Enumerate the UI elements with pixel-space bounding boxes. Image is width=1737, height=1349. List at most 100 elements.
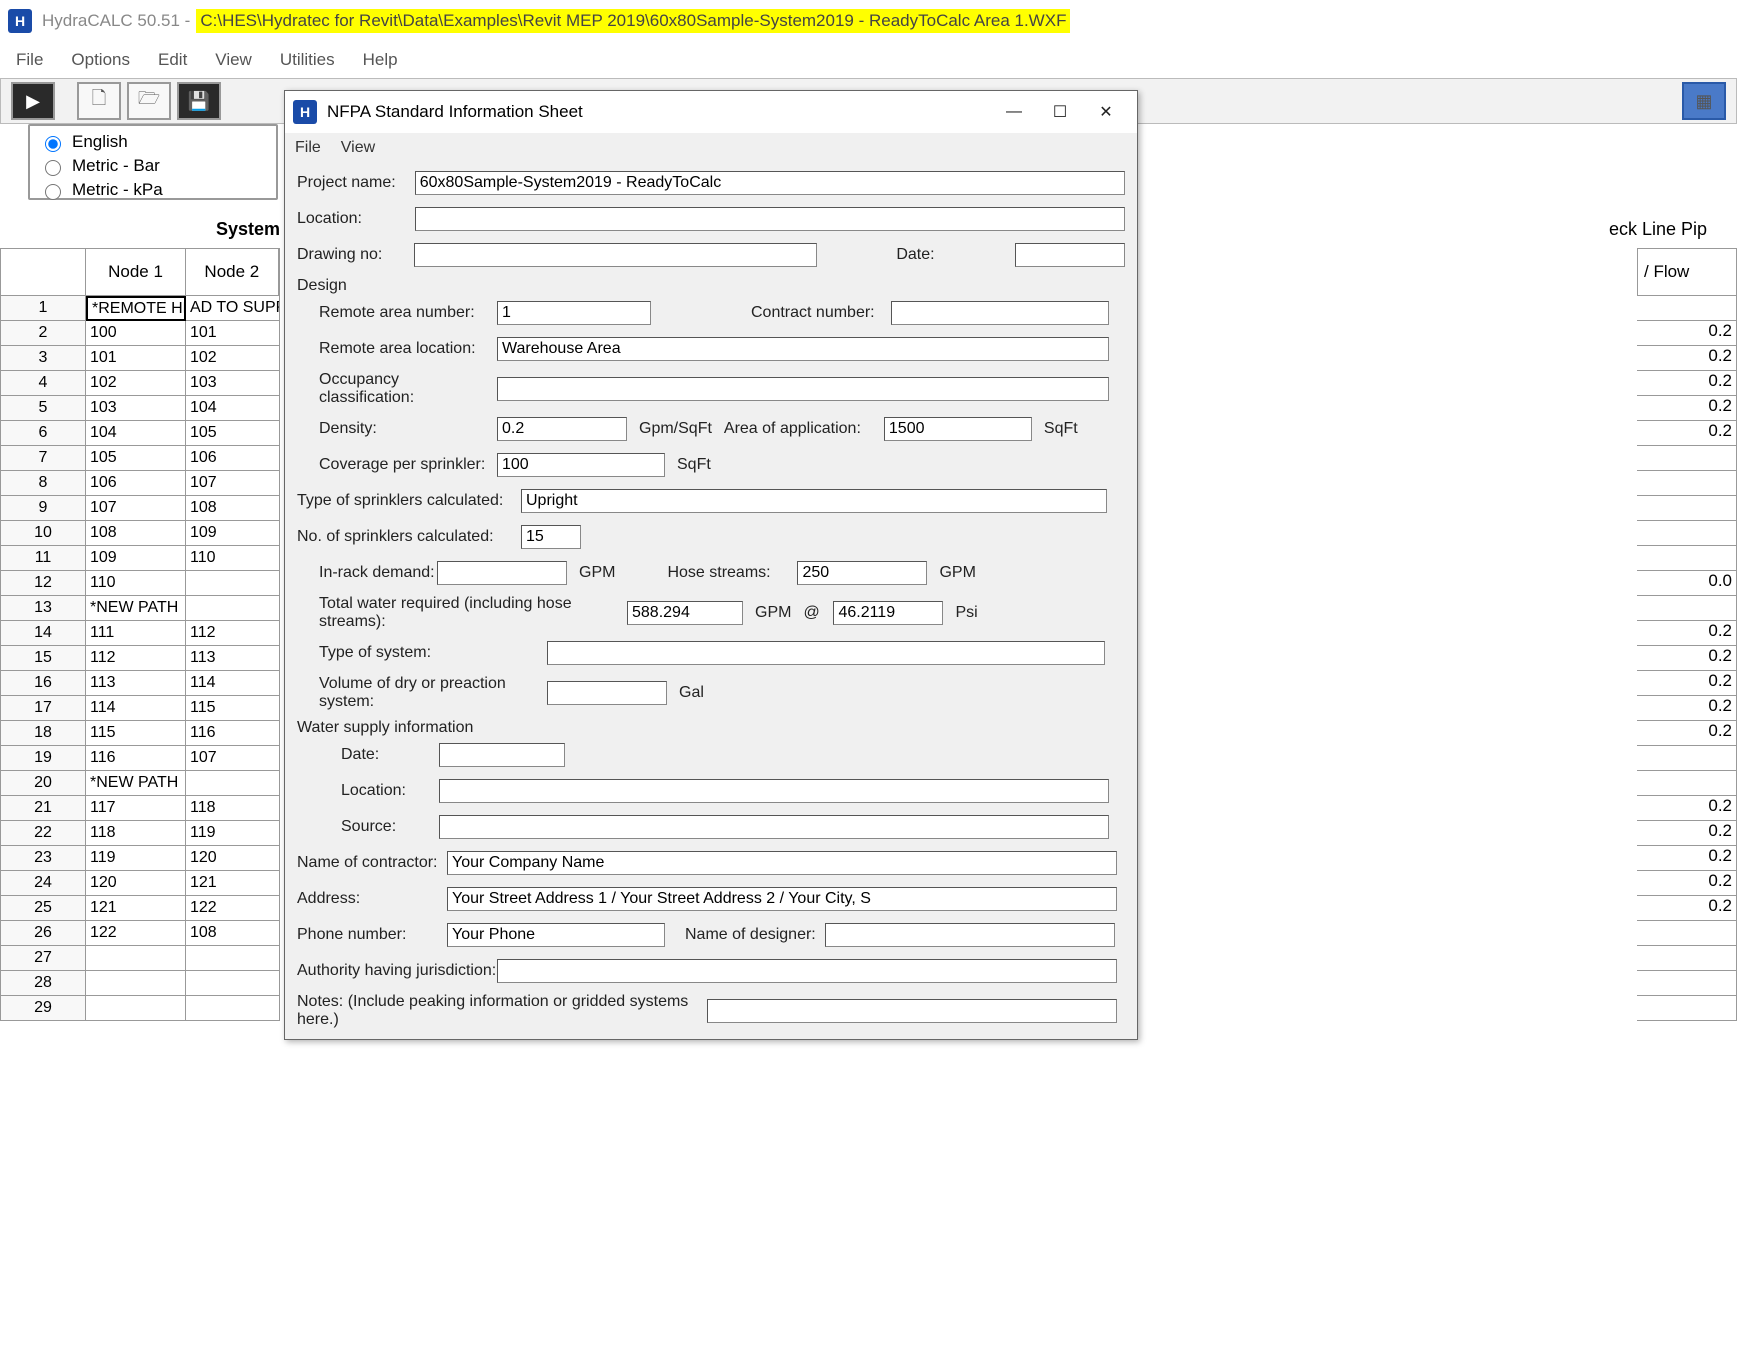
cell-node1[interactable]: 111 — [86, 621, 186, 646]
toolbar-run-button[interactable]: ▶ — [11, 82, 55, 120]
menu-options[interactable]: Options — [71, 50, 130, 70]
cell-node2[interactable]: 105 — [186, 421, 280, 446]
cell-node1[interactable]: 107 — [86, 496, 186, 521]
cell-node1[interactable]: 121 — [86, 896, 186, 921]
cell-node1[interactable]: 114 — [86, 696, 186, 721]
right-col-cell[interactable] — [1637, 446, 1737, 471]
cell-node1[interactable]: 115 — [86, 721, 186, 746]
cell-node2[interactable]: 110 — [186, 546, 280, 571]
row-number[interactable]: 21 — [0, 796, 86, 821]
table-row[interactable]: 4102103 — [0, 371, 280, 396]
cell-node1[interactable]: 106 — [86, 471, 186, 496]
table-row[interactable]: 15112113 — [0, 646, 280, 671]
input-designer[interactable] — [825, 923, 1115, 947]
row-number[interactable]: 28 — [0, 971, 86, 996]
right-col-cell[interactable] — [1637, 746, 1737, 771]
cell-node2[interactable]: 106 — [186, 446, 280, 471]
row-number[interactable]: 18 — [0, 721, 86, 746]
row-number[interactable]: 19 — [0, 746, 86, 771]
cell-node1[interactable]: 117 — [86, 796, 186, 821]
row-number[interactable]: 12 — [0, 571, 86, 596]
row-number[interactable]: 22 — [0, 821, 86, 846]
row-number[interactable]: 29 — [0, 996, 86, 1021]
row-number[interactable]: 15 — [0, 646, 86, 671]
row-number[interactable]: 2 — [0, 321, 86, 346]
row-number[interactable]: 27 — [0, 946, 86, 971]
input-no-sprinklers[interactable] — [521, 525, 581, 549]
table-row[interactable]: 18115116 — [0, 721, 280, 746]
input-coverage[interactable] — [497, 453, 665, 477]
dialog-titlebar[interactable]: H NFPA Standard Information Sheet — ☐ ✕ — [285, 91, 1137, 133]
table-row[interactable]: 9107108 — [0, 496, 280, 521]
right-col-cell[interactable] — [1637, 471, 1737, 496]
table-row[interactable]: 26122108 — [0, 921, 280, 946]
cell-node2[interactable]: 112 — [186, 621, 280, 646]
row-number[interactable]: 3 — [0, 346, 86, 371]
right-col-cell[interactable] — [1637, 521, 1737, 546]
cell-node2[interactable]: 108 — [186, 921, 280, 946]
cell-node1[interactable]: 102 — [86, 371, 186, 396]
cell-node2[interactable] — [186, 996, 280, 1021]
right-col-cell[interactable] — [1637, 771, 1737, 796]
row-number[interactable]: 9 — [0, 496, 86, 521]
table-row[interactable]: 19116107 — [0, 746, 280, 771]
right-col-cell[interactable] — [1637, 296, 1737, 321]
table-row[interactable]: 8106107 — [0, 471, 280, 496]
table-row[interactable]: 27 — [0, 946, 280, 971]
menu-file[interactable]: File — [16, 50, 43, 70]
cell-node2[interactable]: AD TO SUPP — [186, 296, 280, 321]
menu-utilities[interactable]: Utilities — [280, 50, 335, 70]
row-number[interactable]: 11 — [0, 546, 86, 571]
right-col-cell[interactable] — [1637, 996, 1737, 1021]
cell-node2[interactable]: 114 — [186, 671, 280, 696]
input-notes[interactable] — [707, 999, 1117, 1023]
table-row[interactable]: 3101102 — [0, 346, 280, 371]
table-row[interactable]: 1*REMOTE HEADAD TO SUPP — [0, 296, 280, 321]
table-row[interactable]: 5103104 — [0, 396, 280, 421]
cell-node1[interactable]: 110 — [86, 571, 186, 596]
row-number[interactable]: 23 — [0, 846, 86, 871]
cell-node2[interactable] — [186, 571, 280, 596]
cell-node1[interactable]: *NEW PATH — [86, 771, 186, 796]
row-number[interactable]: 6 — [0, 421, 86, 446]
cell-node2[interactable]: 104 — [186, 396, 280, 421]
menu-view[interactable]: View — [215, 50, 252, 70]
cell-node1[interactable]: 103 — [86, 396, 186, 421]
cell-node1[interactable]: 100 — [86, 321, 186, 346]
row-number[interactable]: 16 — [0, 671, 86, 696]
right-col-cell[interactable]: 0.2 — [1637, 396, 1737, 421]
input-date[interactable] — [1015, 243, 1125, 267]
cell-node1[interactable]: 104 — [86, 421, 186, 446]
input-phone[interactable] — [447, 923, 665, 947]
toolbar-save-button[interactable]: 💾 — [177, 82, 221, 120]
toolbar-calc-button[interactable]: ▦ — [1682, 82, 1726, 120]
units-metric-bar[interactable]: Metric - Bar — [40, 154, 266, 178]
right-col-cell[interactable]: 0.2 — [1637, 346, 1737, 371]
table-row[interactable]: 28 — [0, 971, 280, 996]
cell-node2[interactable]: 102 — [186, 346, 280, 371]
right-col-cell[interactable]: 0.2 — [1637, 696, 1737, 721]
cell-node1[interactable]: *NEW PATH — [86, 596, 186, 621]
right-col-cell[interactable] — [1637, 971, 1737, 996]
grid-header-node2[interactable]: Node 2 — [186, 249, 279, 295]
dialog-menu-view[interactable]: View — [341, 139, 375, 157]
input-hose[interactable] — [797, 561, 927, 585]
row-number[interactable]: 14 — [0, 621, 86, 646]
right-col-cell[interactable] — [1637, 921, 1737, 946]
right-col-cell[interactable]: 0.2 — [1637, 796, 1737, 821]
cell-node1[interactable]: 122 — [86, 921, 186, 946]
input-density[interactable] — [497, 417, 627, 441]
right-col-cell[interactable] — [1637, 546, 1737, 571]
cell-node2[interactable]: 118 — [186, 796, 280, 821]
units-metric-bar-radio[interactable] — [45, 160, 61, 176]
right-col-cell[interactable] — [1637, 496, 1737, 521]
table-row[interactable]: 20*NEW PATH — [0, 771, 280, 796]
input-area-app[interactable] — [884, 417, 1032, 441]
right-col-cell[interactable] — [1637, 946, 1737, 971]
right-col-cell[interactable]: 0.2 — [1637, 321, 1737, 346]
cell-node1[interactable] — [86, 996, 186, 1021]
table-row[interactable]: 14111112 — [0, 621, 280, 646]
table-row[interactable]: 23119120 — [0, 846, 280, 871]
right-col-cell[interactable] — [1637, 596, 1737, 621]
row-number[interactable]: 24 — [0, 871, 86, 896]
